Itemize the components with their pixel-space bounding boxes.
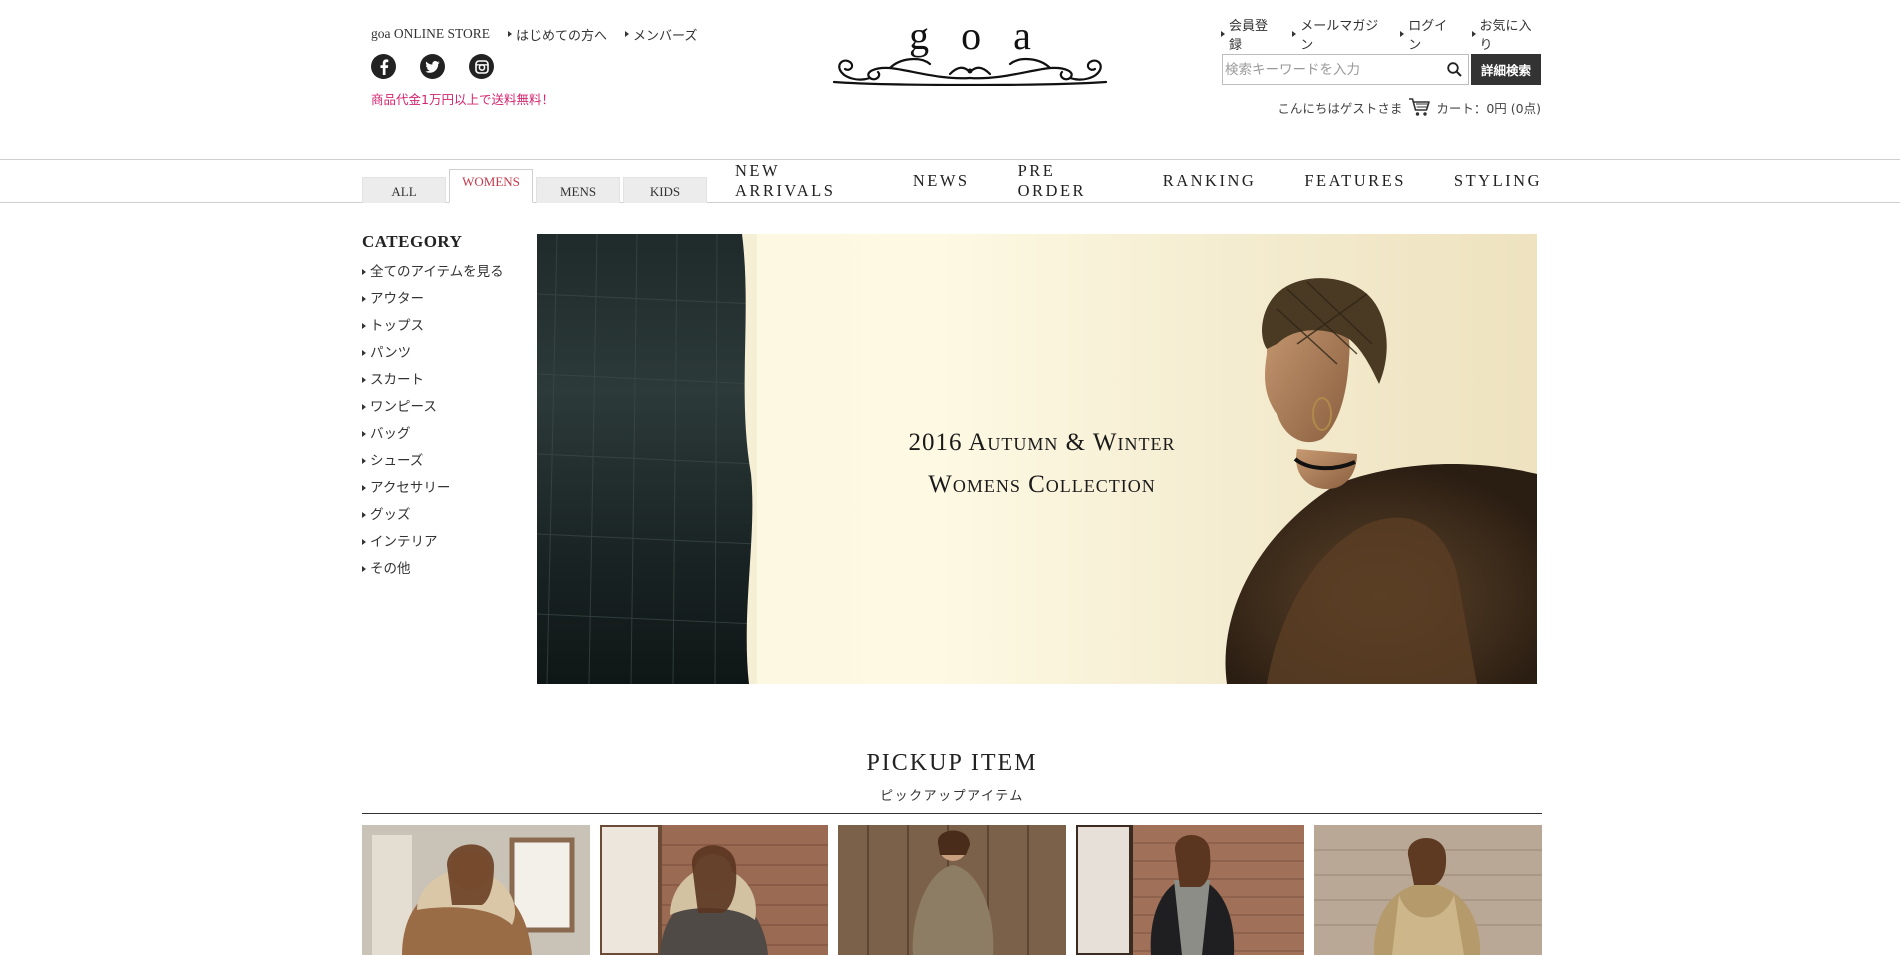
category-item: バッグ	[362, 425, 522, 452]
category-list: 全てのアイテムを見る アウター トップス パンツ スカート ワンピース バッグ …	[362, 263, 522, 587]
nav-new-arrivals[interactable]: NEW ARRIVALS	[735, 161, 865, 201]
search-input[interactable]	[1223, 55, 1440, 84]
category-item: アウター	[362, 290, 522, 317]
tab-womens[interactable]: WOMENS	[449, 169, 533, 203]
search-row: 詳細検索	[1221, 54, 1541, 85]
category-link-other[interactable]: その他	[362, 561, 411, 577]
nav-features[interactable]: FEATURES	[1304, 171, 1406, 191]
pickup-item-5[interactable]	[1314, 825, 1542, 955]
members-link[interactable]: メンバーズ	[625, 25, 697, 44]
category-item: パンツ	[362, 344, 522, 371]
free-shipping-notice: 商品代金1万円以上で送料無料！	[371, 92, 554, 107]
nav-news[interactable]: NEWS	[913, 171, 970, 191]
pickup-divider	[362, 813, 1542, 814]
twitter-icon[interactable]	[420, 54, 445, 79]
logo-ornament-icon	[832, 58, 1108, 86]
category-item: スカート	[362, 371, 522, 398]
category-link-pants[interactable]: パンツ	[362, 345, 411, 361]
category-link-onepiece[interactable]: ワンピース	[362, 399, 437, 415]
top-links: goa ONLINE STORE はじめての方へ メンバーズ	[371, 25, 697, 44]
category-link-accessory[interactable]: アクセサリー	[362, 480, 450, 496]
category-item: インテリア	[362, 533, 522, 560]
login-link[interactable]: ログイン	[1400, 15, 1457, 53]
category-sidebar: CATEGORY 全てのアイテムを見る アウター トップス パンツ スカート ワ…	[362, 232, 522, 587]
main-nav-links: NEW ARRIVALS NEWS PRE ORDER RANKING FEAT…	[735, 160, 1542, 202]
nav-inner: ALL WOMENS MENS KIDS NEW ARRIVALS NEWS P…	[362, 160, 1542, 203]
category-link-skirt[interactable]: スカート	[362, 372, 424, 388]
cart-icon[interactable]	[1408, 97, 1432, 117]
user-links: 会員登録 メールマガジン ログイン お気に入り	[1221, 19, 1541, 53]
store-link[interactable]: goa ONLINE STORE	[371, 26, 490, 42]
site-logo[interactable]: goa	[830, 14, 1110, 86]
hero-dark-fabric	[537, 234, 757, 684]
main-navigation: ALL WOMENS MENS KIDS NEW ARRIVALS NEWS P…	[0, 159, 1900, 203]
header-left: goa ONLINE STORE はじめての方へ メンバーズ 商品代金1万円以上…	[371, 25, 697, 108]
first-time-link[interactable]: はじめての方へ	[508, 25, 607, 44]
pickup-item-2[interactable]	[600, 825, 828, 955]
pickup-title: PICKUP ITEM	[866, 750, 1038, 776]
advanced-search-button[interactable]: 詳細検索	[1471, 54, 1541, 85]
nav-pre-order[interactable]: PRE ORDER	[1018, 161, 1115, 201]
category-link-tops[interactable]: トップス	[362, 318, 424, 334]
category-item: シューズ	[362, 452, 522, 479]
category-link-bag[interactable]: バッグ	[362, 426, 411, 442]
category-item: ワンピース	[362, 398, 522, 425]
pickup-item-4[interactable]	[1076, 825, 1304, 955]
tab-kids[interactable]: KIDS	[623, 177, 707, 203]
search-box	[1222, 54, 1469, 85]
hero-banner[interactable]: 2016 Autumn & Winter Womens Collection	[537, 234, 1537, 684]
hero-model-image	[1225, 278, 1537, 684]
category-link-all[interactable]: 全てのアイテムを見る	[362, 264, 504, 280]
category-item: トップス	[362, 317, 522, 344]
nav-styling[interactable]: STYLING	[1454, 171, 1542, 191]
favorites-link[interactable]: お気に入り	[1471, 15, 1542, 53]
category-item: グッズ	[362, 506, 522, 533]
category-link-shoes[interactable]: シューズ	[362, 453, 423, 469]
category-item: 全てのアイテムを見る	[362, 263, 522, 290]
tab-mens[interactable]: MENS	[536, 177, 620, 203]
account-status: こんにちはゲストさま カート：0円 (0点)	[1221, 97, 1541, 117]
category-item: その他	[362, 560, 522, 587]
pickup-item-3[interactable]	[838, 825, 1066, 955]
greeting-text: こんにちはゲストさま	[1277, 100, 1403, 116]
register-link[interactable]: 会員登録	[1221, 15, 1278, 53]
tab-all[interactable]: ALL	[362, 177, 446, 203]
header-right: 会員登録 メールマガジン ログイン お気に入り 詳細検索 こんにちはゲストさま …	[1221, 19, 1541, 117]
social-links	[371, 54, 697, 79]
gender-tabs: ALL WOMENS MENS KIDS	[362, 169, 707, 203]
instagram-icon[interactable]	[469, 54, 494, 79]
category-link-interior[interactable]: インテリア	[362, 534, 438, 550]
category-title: CATEGORY	[362, 232, 463, 251]
nav-ranking[interactable]: RANKING	[1163, 171, 1257, 191]
category-item: アクセサリー	[362, 479, 522, 506]
cart-link[interactable]: カート：0円 (0点)	[1436, 98, 1541, 117]
newsletter-link[interactable]: メールマガジン	[1292, 15, 1386, 53]
pickup-subtitle: ピックアップアイテム	[880, 789, 1024, 804]
category-link-outer[interactable]: アウター	[362, 291, 424, 307]
pickup-grid	[362, 825, 1542, 955]
facebook-icon[interactable]	[371, 54, 396, 79]
category-link-goods[interactable]: グッズ	[362, 507, 411, 523]
search-icon[interactable]	[1440, 55, 1468, 84]
pickup-item-1[interactable]	[362, 825, 590, 955]
